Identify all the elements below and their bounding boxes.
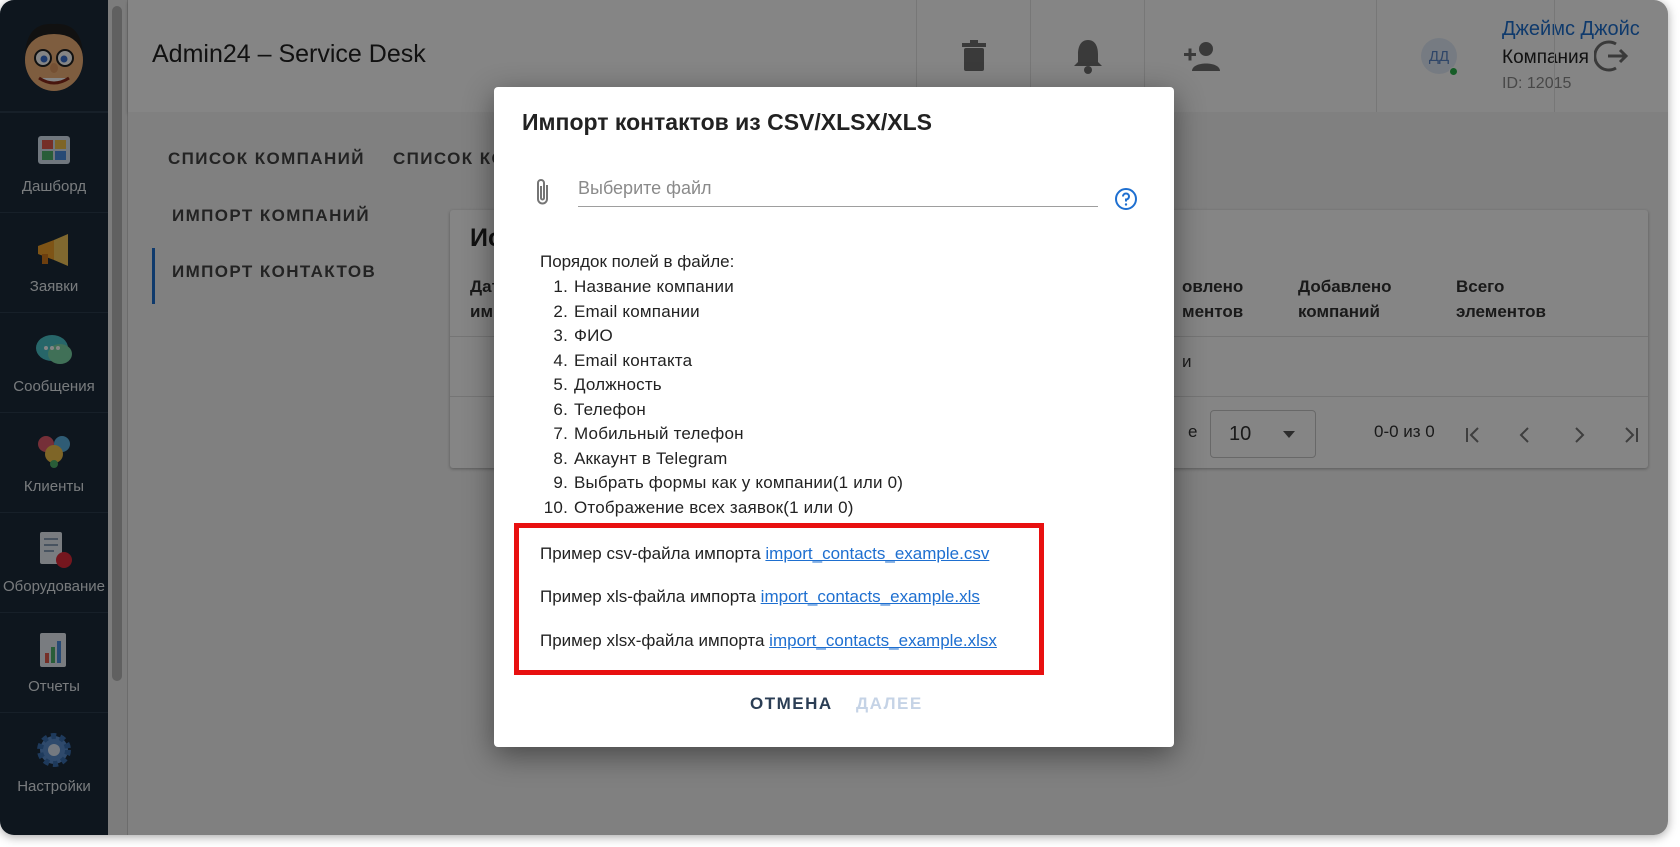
app-window: Дашборд Заявки Сообщения Клиенты Оборудо…: [0, 0, 1668, 835]
fields-order-list: 1. Название компании 2. Email компании 3. Ф…: [540, 275, 903, 520]
xls-example-link[interactable]: import_contacts_example.xls: [761, 587, 980, 606]
list-item: 10. Отображение всех заявок(1 или 0): [543, 497, 854, 517]
csv-example-line: Пример csv-файла импорта import_contacts…: [540, 544, 990, 563]
example-files-highlight: Пример csv-файла импорта import_contacts…: [514, 523, 1044, 675]
list-item: 7. Мобильный телефон: [553, 424, 744, 443]
dialog-title: Импорт контактов из CSV/XLSX/XLS: [522, 109, 932, 135]
fields-order-title: Порядок полей в файле:: [540, 252, 735, 271]
xls-example-line: Пример xls-файла импорта import_contacts…: [540, 587, 980, 606]
next-button[interactable]: ДАЛЕЕ: [856, 694, 923, 714]
list-item: 9. Выбрать формы как у компании(1 или 0): [553, 473, 904, 492]
list-item: 6. Телефон: [553, 399, 646, 419]
list-item: 8. Аккаунт в Telegram: [553, 448, 728, 468]
csv-example-link[interactable]: import_contacts_example.csv: [765, 544, 989, 563]
paperclip-icon[interactable]: [534, 177, 552, 212]
list-item: 4. Email контакта: [553, 350, 693, 370]
list-item: 1. Название компании: [553, 277, 734, 296]
list-item: 2. Email компании: [553, 301, 700, 321]
xlsx-example-line: Пример xlsx-файла импорта import_contact…: [540, 631, 997, 650]
cancel-button[interactable]: ОТМЕНА: [750, 694, 833, 714]
import-contacts-dialog: Импорт контактов из CSV/XLSX/XLS Порядок…: [494, 87, 1174, 747]
file-input[interactable]: [578, 177, 1098, 207]
help-icon[interactable]: [1114, 187, 1138, 216]
list-item: 5. Должность: [553, 375, 662, 394]
xlsx-example-link[interactable]: import_contacts_example.xlsx: [769, 631, 997, 650]
list-item: 3. ФИО: [553, 326, 613, 345]
